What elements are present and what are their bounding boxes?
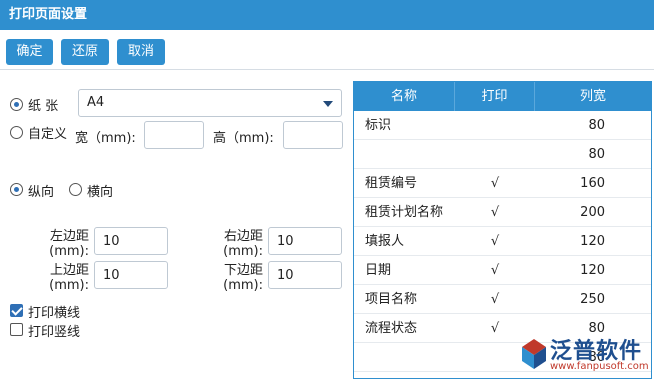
- logo-icon: [522, 339, 546, 369]
- restore-button[interactable]: 还原: [61, 39, 109, 65]
- cell-width[interactable]: 80: [535, 140, 605, 169]
- table-row[interactable]: 80: [354, 140, 651, 169]
- cell-name: 项目名称: [365, 292, 418, 307]
- portrait-label: 纵向: [28, 185, 55, 200]
- dialog-title: 打印页面设置: [0, 0, 654, 30]
- cell-print[interactable]: √: [455, 198, 535, 227]
- cell-width[interactable]: 120: [535, 256, 605, 285]
- custom-size-radio[interactable]: [10, 126, 23, 139]
- height-input[interactable]: [283, 121, 343, 149]
- table-row[interactable]: 项目名称 √ 250: [354, 285, 651, 314]
- height-label: 高（mm):: [213, 131, 274, 146]
- table-row[interactable]: 填报人 √ 120: [354, 227, 651, 256]
- cell-name: 租赁计划名称: [365, 205, 444, 220]
- left-margin-input[interactable]: [94, 227, 168, 255]
- paper-size-select[interactable]: A4: [78, 89, 342, 117]
- cell-print[interactable]: √: [455, 256, 535, 285]
- left-margin-label: 左边距 (mm):: [49, 229, 89, 259]
- cell-name: 填报人: [365, 234, 405, 249]
- print-h-lines-checkbox[interactable]: [10, 304, 23, 317]
- right-margin-label: 右边距 (mm):: [223, 229, 263, 259]
- cell-print[interactable]: √: [455, 227, 535, 256]
- table-row[interactable]: 租赁计划名称 √ 200: [354, 198, 651, 227]
- cell-width[interactable]: 250: [535, 285, 605, 314]
- right-margin-input[interactable]: [268, 227, 342, 255]
- cell-width[interactable]: 120: [535, 227, 605, 256]
- table-row[interactable]: 租赁编号 √ 160: [354, 169, 651, 198]
- toolbar: 确定 还原 取消: [0, 30, 654, 70]
- cell-name: 租赁编号: [365, 176, 418, 191]
- portrait-radio[interactable]: [10, 183, 23, 196]
- cell-print[interactable]: [455, 111, 535, 140]
- print-v-lines-label: 打印竖线: [28, 325, 81, 340]
- cell-name: [365, 343, 455, 372]
- top-margin-input[interactable]: [94, 261, 168, 289]
- cell-width[interactable]: 80: [535, 111, 605, 140]
- cell-name: [365, 140, 455, 169]
- custom-size-label: 自定义: [28, 127, 68, 142]
- paper-size-label: 纸 张: [28, 99, 59, 114]
- cell-print[interactable]: √: [455, 285, 535, 314]
- cancel-button[interactable]: 取消: [117, 39, 165, 65]
- bottom-margin-label: 下边距 (mm):: [223, 263, 263, 293]
- confirm-button[interactable]: 确定: [6, 39, 53, 65]
- table-row[interactable]: 标识 80: [354, 111, 651, 140]
- chevron-down-icon: [323, 101, 333, 107]
- cell-print[interactable]: √: [455, 169, 535, 198]
- print-h-lines-label: 打印横线: [28, 306, 81, 321]
- brand-url: www.fanpusoft.com: [550, 361, 649, 372]
- cell-width[interactable]: 160: [535, 169, 605, 198]
- cell-print[interactable]: [455, 140, 535, 169]
- bottom-margin-input[interactable]: [268, 261, 342, 289]
- width-label: 宽（mm):: [75, 131, 136, 146]
- brand-logo: 泛普软件 www.fanpusoft.com: [520, 333, 650, 377]
- paper-size-radio[interactable]: [10, 98, 23, 111]
- cell-name: 流程状态: [365, 321, 418, 336]
- landscape-label: 横向: [87, 185, 114, 200]
- cell-name: 标识: [365, 118, 392, 133]
- landscape-radio[interactable]: [69, 183, 82, 196]
- cell-width[interactable]: 200: [535, 198, 605, 227]
- header-print: 打印: [455, 82, 535, 111]
- paper-size-value: A4: [87, 95, 105, 110]
- top-margin-label: 上边距 (mm):: [49, 263, 89, 293]
- table-row[interactable]: 日期 √ 120: [354, 256, 651, 285]
- width-input[interactable]: [144, 121, 204, 149]
- cell-name: 日期: [365, 263, 392, 278]
- header-name: 名称: [354, 82, 455, 111]
- header-width: 列宽: [579, 89, 606, 104]
- print-v-lines-checkbox[interactable]: [10, 323, 23, 336]
- table-header: 名称 打印 列宽: [354, 82, 651, 111]
